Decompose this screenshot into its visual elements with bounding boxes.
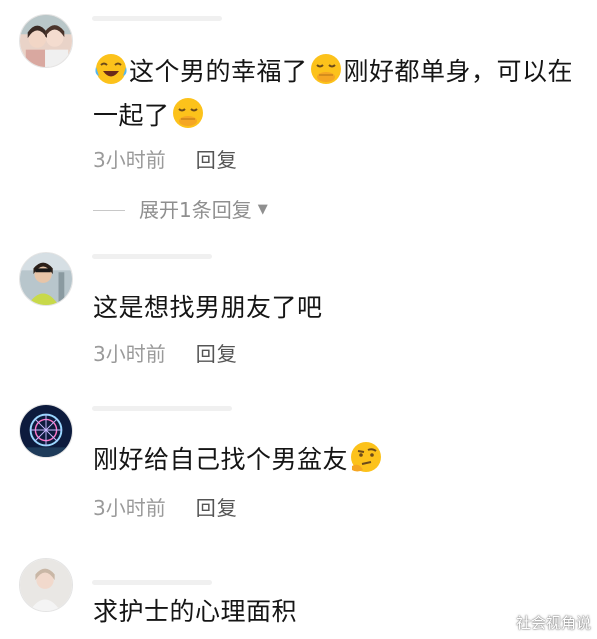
comment-text-1-part-c: 一起了: [93, 101, 170, 130]
reply-button-1[interactable]: 回复: [196, 148, 238, 172]
expand-replies-button[interactable]: 展开1条回复 ▼: [93, 197, 268, 223]
comment-meta-3: 3小时前 回复: [93, 495, 238, 521]
user-avatar-3[interactable]: [19, 404, 73, 458]
smirk-cover-mouth-emoji: [171, 96, 205, 130]
user-avatar-4[interactable]: [19, 558, 73, 612]
comment-time-3: 3小时前: [93, 496, 166, 520]
avatar-photo-ferris-wheel: [20, 405, 72, 457]
username-redacted-3[interactable]: [92, 406, 232, 411]
comment-time-1: 3小时前: [93, 148, 166, 172]
username-redacted-2[interactable]: [92, 254, 212, 259]
smirk-cover-mouth-emoji: [309, 52, 343, 86]
expand-divider-line: [93, 209, 125, 211]
reply-button-2[interactable]: 回复: [196, 342, 238, 366]
comment-text-4: 求护士的心理面积: [93, 597, 298, 626]
comment-text-2: 这是想找男朋友了吧: [93, 293, 323, 322]
comment-meta-1: 3小时前 回复: [93, 147, 238, 173]
watermark-text: 社会视角说: [515, 614, 591, 632]
avatar-photo-person: [20, 253, 72, 305]
comment-time-2: 3小时前: [93, 342, 166, 366]
user-avatar-1[interactable]: [19, 14, 73, 68]
comment-text-1-part-a: 这个男的幸福了: [129, 57, 308, 86]
username-redacted-4[interactable]: [92, 580, 212, 585]
tears-of-joy-emoji: [94, 52, 128, 86]
avatar-photo-person: [20, 559, 72, 611]
comment-text-1: 这个男的幸福了 刚好都单身，可以在一起了: [93, 50, 581, 138]
thinking-emoji: [349, 440, 383, 474]
comment-meta-2: 3小时前 回复: [93, 341, 238, 367]
username-redacted-1[interactable]: [92, 16, 222, 21]
reply-button-3[interactable]: 回复: [196, 496, 238, 520]
comment-text-3-body: 刚好给自己找个男盆友: [93, 445, 349, 474]
expand-replies-label: 展开1条回复: [139, 198, 252, 222]
caret-down-icon: ▼: [257, 202, 268, 217]
avatar-photo-two-people: [20, 15, 72, 67]
comment-text-1-part-b: 刚好都单身，可以在: [343, 57, 574, 86]
user-avatar-2[interactable]: [19, 252, 73, 306]
comment-text-3: 刚好给自己找个男盆友: [93, 438, 581, 482]
